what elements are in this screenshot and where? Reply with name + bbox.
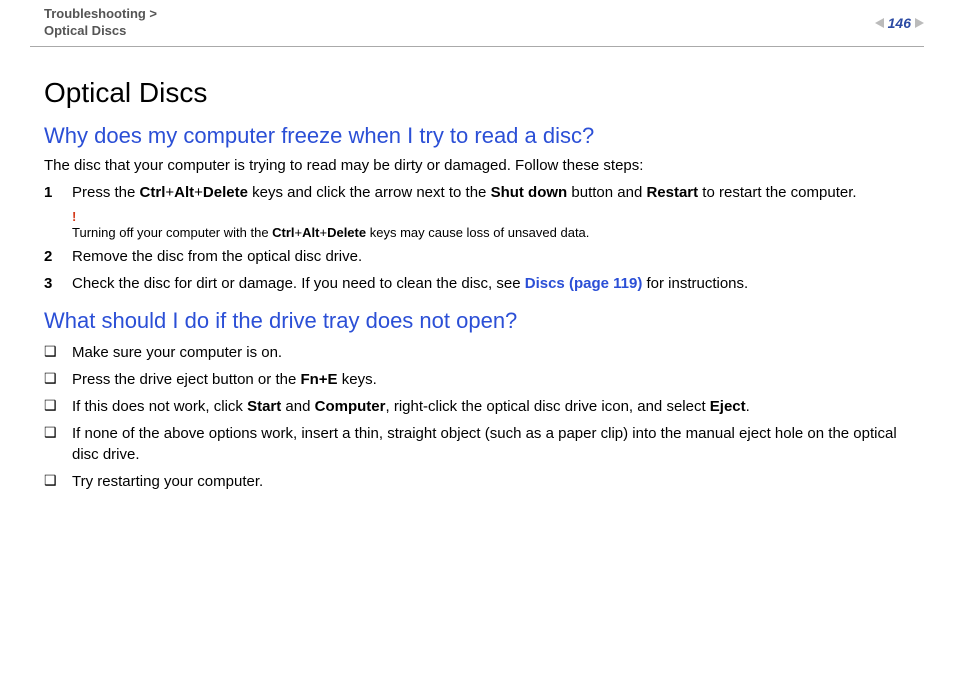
step-text: Remove the disc from the optical disc dr… xyxy=(72,246,924,267)
section2-bullets: ❑ Make sure your computer is on. ❑ Press… xyxy=(44,342,924,492)
section1-intro: The disc that your computer is trying to… xyxy=(44,157,924,174)
warning-icon: ! xyxy=(72,209,924,224)
bullet-text: If none of the above options work, inser… xyxy=(72,423,924,465)
document-header: Troubleshooting > Optical Discs 146 xyxy=(30,0,924,47)
discs-link[interactable]: Discs (page 119) xyxy=(525,275,643,292)
page-number: 146 xyxy=(888,15,911,31)
breadcrumb-line1: Troubleshooting > xyxy=(44,6,157,21)
section1-steps-cont: 2 Remove the disc from the optical disc … xyxy=(44,246,924,294)
document-content: Optical Discs Why does my computer freez… xyxy=(30,47,924,492)
step-2: 2 Remove the disc from the optical disc … xyxy=(44,246,924,267)
page-title: Optical Discs xyxy=(44,77,924,109)
bullet-icon: ❑ xyxy=(44,342,72,362)
step-number: 2 xyxy=(44,246,72,267)
bullet-text: Make sure your computer is on. xyxy=(72,342,924,363)
step-1: 1 Press the Ctrl+Alt+Delete keys and cli… xyxy=(44,182,924,203)
step-number: 1 xyxy=(44,182,72,203)
bullet-icon: ❑ xyxy=(44,369,72,389)
bullet-icon: ❑ xyxy=(44,471,72,491)
step-text: Press the Ctrl+Alt+Delete keys and click… xyxy=(72,182,924,203)
section1-heading: Why does my computer freeze when I try t… xyxy=(44,123,924,149)
bullet-icon: ❑ xyxy=(44,396,72,416)
section1-steps: 1 Press the Ctrl+Alt+Delete keys and cli… xyxy=(44,182,924,203)
warning-note: ! Turning off your computer with the Ctr… xyxy=(72,209,924,240)
list-item: ❑ If none of the above options work, ins… xyxy=(44,423,924,465)
breadcrumb-line2: Optical Discs xyxy=(44,23,126,38)
bullet-icon: ❑ xyxy=(44,423,72,443)
next-page-icon[interactable] xyxy=(915,18,924,28)
step-3: 3 Check the disc for dirt or damage. If … xyxy=(44,273,924,294)
prev-page-icon[interactable] xyxy=(875,18,884,28)
page-number-nav: 146 xyxy=(875,15,924,31)
step-text: Check the disc for dirt or damage. If yo… xyxy=(72,273,924,294)
bullet-text: Press the drive eject button or the Fn+E… xyxy=(72,369,924,390)
list-item: ❑ If this does not work, click Start and… xyxy=(44,396,924,417)
list-item: ❑ Press the drive eject button or the Fn… xyxy=(44,369,924,390)
breadcrumb: Troubleshooting > Optical Discs xyxy=(44,6,157,40)
list-item: ❑ Make sure your computer is on. xyxy=(44,342,924,363)
bullet-text: Try restarting your computer. xyxy=(72,471,924,492)
list-item: ❑ Try restarting your computer. xyxy=(44,471,924,492)
bullet-text: If this does not work, click Start and C… xyxy=(72,396,924,417)
step-number: 3 xyxy=(44,273,72,294)
section2-heading: What should I do if the drive tray does … xyxy=(44,308,924,334)
